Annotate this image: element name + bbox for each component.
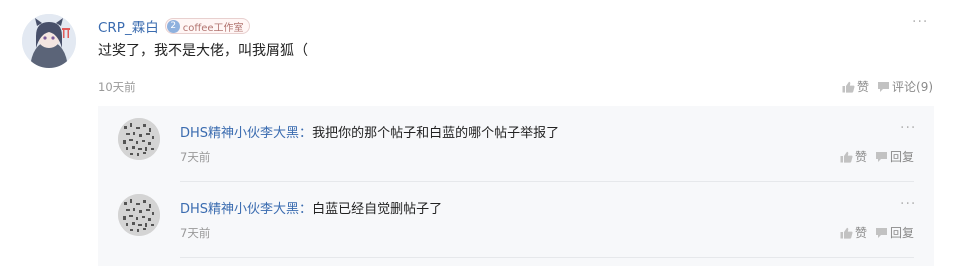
author-name[interactable]: CRP_霖白 (98, 16, 159, 36)
reply-label: 回复 (890, 226, 915, 240)
like-button[interactable]: 赞 (840, 148, 867, 165)
reply-colon: ： (299, 202, 313, 217)
speech-bubble-icon (876, 151, 888, 162)
like-button[interactable]: 赞 (840, 224, 867, 241)
reply-avatar[interactable] (118, 118, 160, 160)
reply-list: DHS精神小伙李大黑：我把你的那个帖子和白蓝的哪个帖子举报了 7天前 ··· 赞… (98, 106, 934, 266)
reply-item: DHS精神小伙李大黑：白蓝已经自觉删帖子了 7天前 ··· 赞 回复 (98, 182, 934, 258)
reply-actions: 赞 回复 (840, 148, 914, 165)
like-button[interactable]: 赞 (842, 78, 869, 95)
fan-club-badge[interactable]: 2 coffee工作室 (164, 18, 250, 34)
speech-bubble-icon (878, 81, 890, 92)
reply-line: DHS精神小伙李大黑：白蓝已经自觉删帖子了 (180, 198, 442, 217)
like-label: 赞 (855, 226, 868, 240)
reply-colon: ： (299, 126, 313, 141)
reply-text: 白蓝已经自觉删帖子了 (312, 202, 443, 217)
reply-button[interactable]: 回复 (875, 148, 914, 165)
reply-avatar[interactable] (118, 194, 160, 236)
author-line: CRP_霖白 2 coffee工作室 (98, 16, 250, 36)
reply-item: DHS精神小伙李大黑：我把你的那个帖子和白蓝的哪个帖子举报了 7天前 ··· 赞… (98, 106, 934, 182)
badge-text: coffee工作室 (182, 22, 244, 34)
thumbs-up-icon (840, 151, 853, 163)
reply-actions: 赞 回复 (840, 224, 914, 241)
reply-text: 我把你的那个帖子和白蓝的哪个帖子举报了 (312, 126, 560, 141)
reply-time: 7天前 (180, 150, 211, 164)
like-label: 赞 (857, 80, 870, 94)
comment-card: CRP_霖白 2 coffee工作室 ··· 过奖了，我不是大佬，叫我屑狐（ 1… (0, 0, 968, 266)
like-label: 赞 (855, 150, 868, 164)
more-dots-icon[interactable]: ··· (900, 196, 916, 212)
comment-count-label: 评论(9) (892, 80, 934, 94)
badge-level: 2 (166, 19, 180, 33)
speech-bubble-icon (876, 227, 888, 238)
comment-count-button[interactable]: 评论(9) (877, 78, 933, 95)
comment-text: 过奖了，我不是大佬，叫我屑狐（ (98, 43, 308, 59)
more-dots-icon[interactable]: ··· (900, 120, 916, 136)
reply-time: 7天前 (180, 226, 211, 240)
comment-time: 10天前 (98, 80, 136, 94)
reply-author[interactable]: DHS精神小伙李大黑 (180, 126, 299, 141)
reply-label: 回复 (890, 150, 915, 164)
comment-actions: 赞 评论(9) (842, 78, 933, 95)
reply-author[interactable]: DHS精神小伙李大黑 (180, 202, 299, 217)
author-avatar[interactable] (22, 14, 76, 68)
reply-divider (180, 257, 914, 258)
thumbs-up-icon (840, 227, 853, 239)
thumbs-up-icon (842, 81, 855, 93)
more-dots-icon[interactable]: ··· (912, 14, 928, 30)
reply-line: DHS精神小伙李大黑：我把你的那个帖子和白蓝的哪个帖子举报了 (180, 122, 559, 141)
reply-button[interactable]: 回复 (875, 224, 914, 241)
